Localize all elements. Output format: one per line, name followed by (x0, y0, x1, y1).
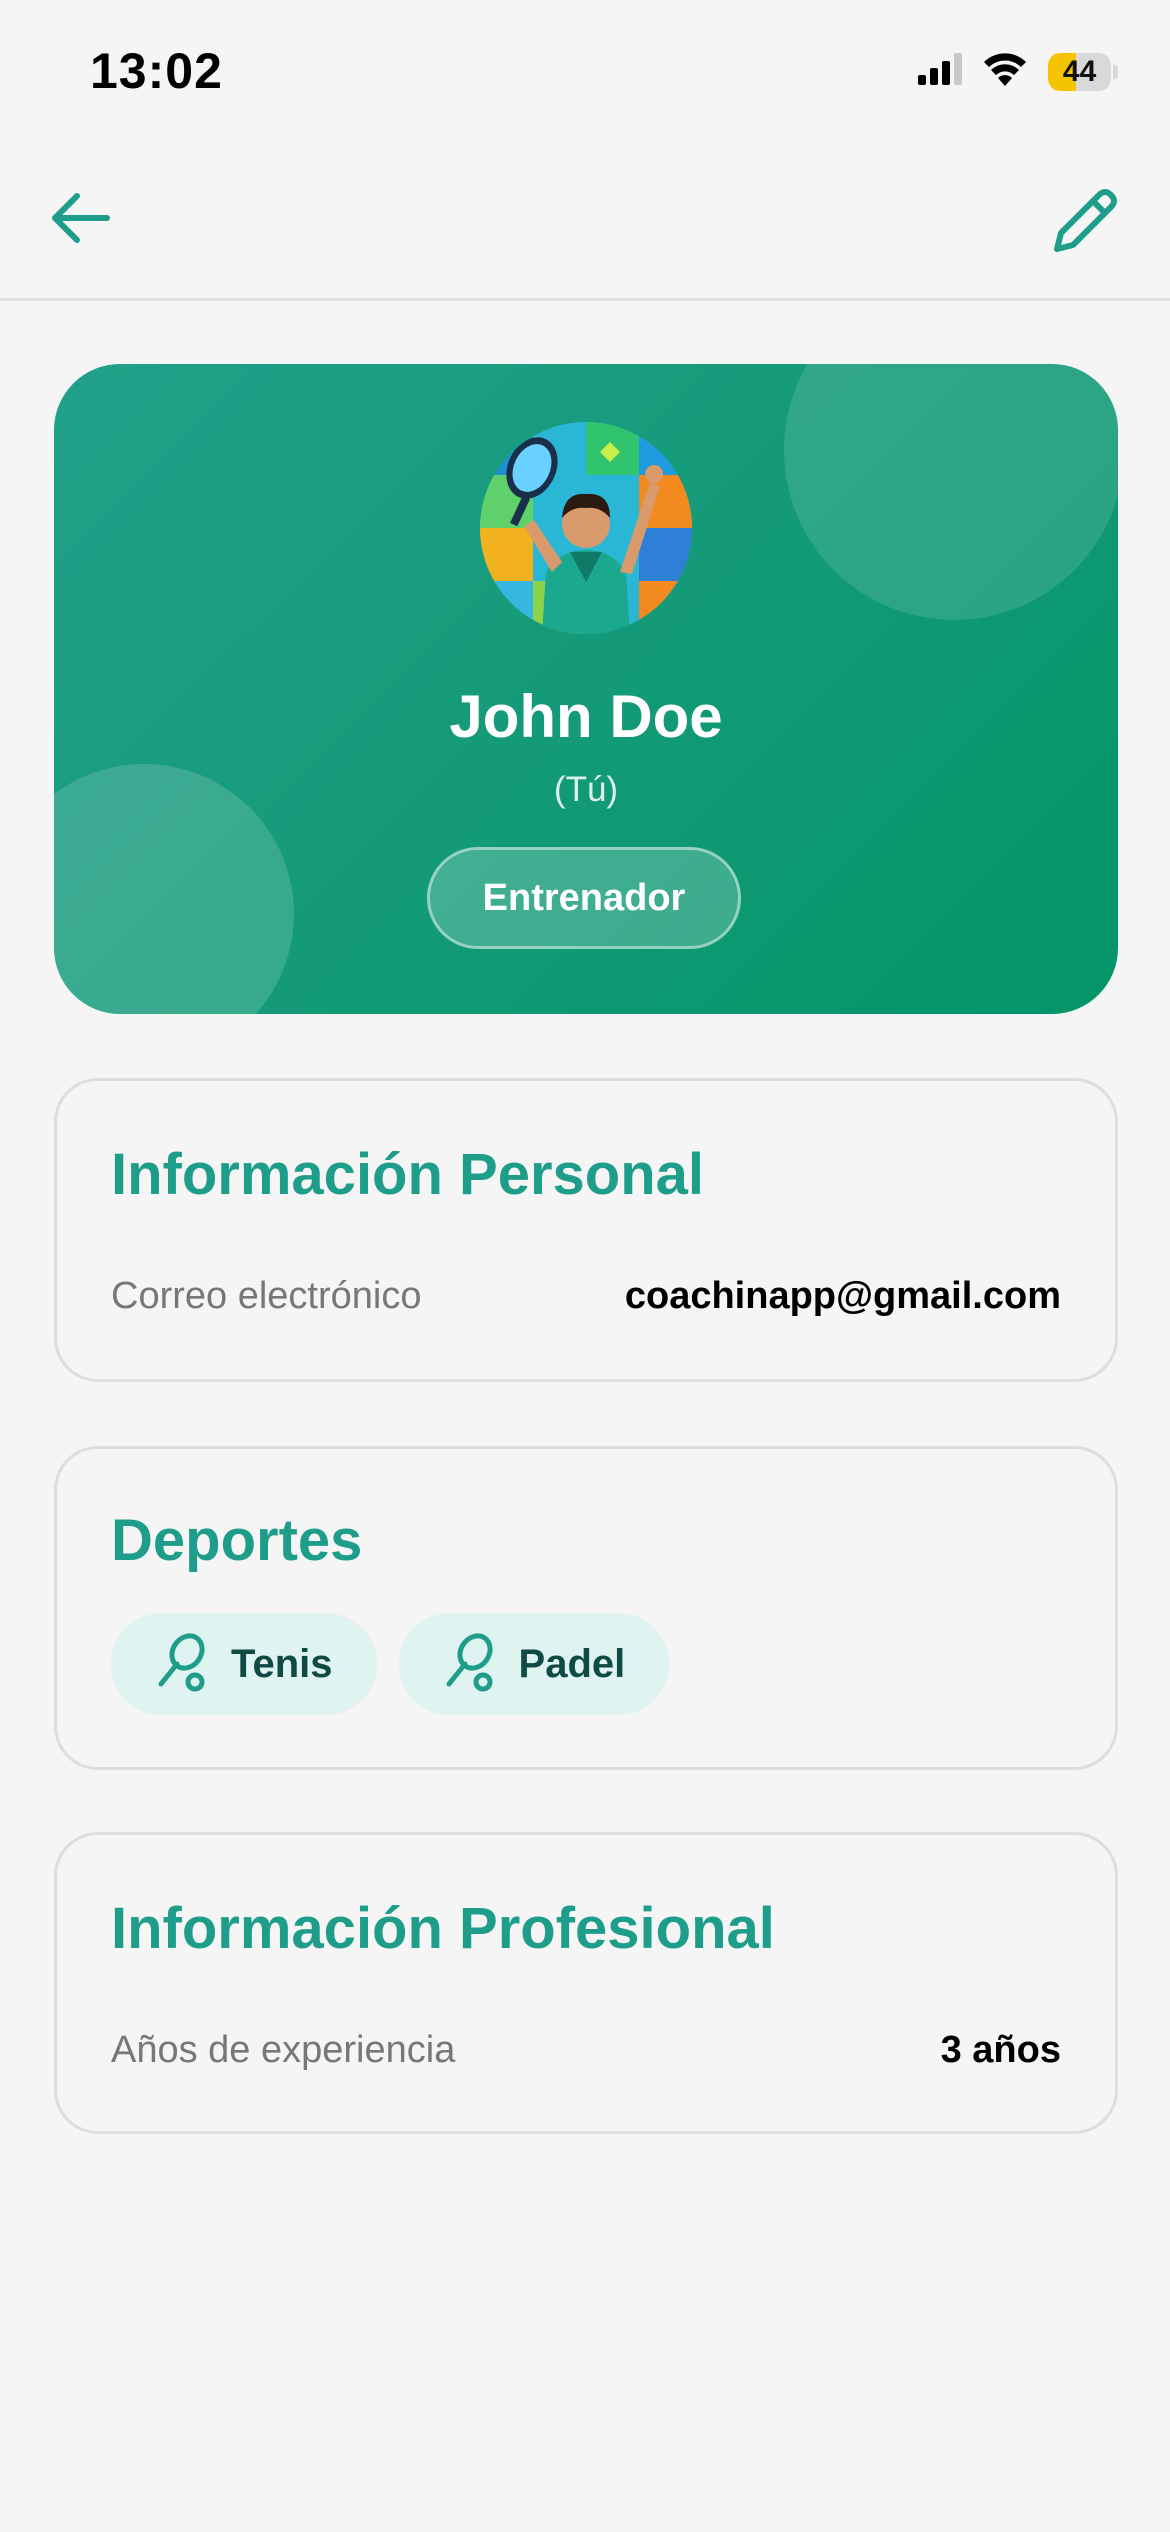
status-bar: 13:02 44 (0, 0, 1170, 150)
profile-header-card: John Doe (Tú) Entrenador (54, 364, 1118, 1014)
personal-info-card: Información Personal Correo electrónico … (54, 1078, 1118, 1382)
battery-icon: 44 (1048, 52, 1118, 91)
racket-icon (443, 1632, 497, 1697)
arrow-left-icon (49, 191, 111, 250)
email-value: coachinapp@gmail.com (624, 1275, 1061, 1317)
edit-profile-button[interactable] (1040, 178, 1130, 268)
sport-chip-tenis: Tenis (111, 1613, 377, 1715)
wifi-icon (982, 52, 1028, 91)
self-tag: (Tú) (553, 770, 619, 809)
sports-card: Deportes Tenis Padel (54, 1446, 1118, 1770)
battery-percentage: 44 (1062, 54, 1097, 88)
professional-info-card: Información Profesional Años de experien… (54, 1832, 1118, 2134)
status-time: 13:02 (90, 43, 223, 99)
padel-player-avatar (480, 422, 692, 634)
sport-chip-padel: Padel (398, 1613, 670, 1715)
professional-info-title: Información Profesional (111, 1896, 775, 1961)
email-label: Correo electrónico (111, 1275, 422, 1317)
cellular-signal-icon (918, 53, 962, 90)
decorative-bubble (784, 364, 1118, 620)
role-badge: Entrenador (427, 847, 741, 949)
experience-value: 3 años (940, 2029, 1061, 2071)
avatar (480, 422, 692, 634)
sports-title: Deportes (111, 1508, 363, 1573)
sports-chip-list: Tenis Padel (111, 1613, 670, 1715)
experience-label: Años de experiencia (111, 2029, 456, 2071)
profile-name: John Doe (449, 683, 723, 750)
back-button[interactable] (40, 180, 120, 260)
status-icons: 44 (918, 52, 1118, 91)
sport-chip-label: Padel (518, 1641, 626, 1686)
pencil-icon (1049, 185, 1121, 262)
personal-info-title: Información Personal (111, 1142, 705, 1207)
racket-icon (155, 1632, 209, 1697)
nav-bar (0, 150, 1170, 301)
sport-chip-label: Tenis (231, 1641, 333, 1686)
